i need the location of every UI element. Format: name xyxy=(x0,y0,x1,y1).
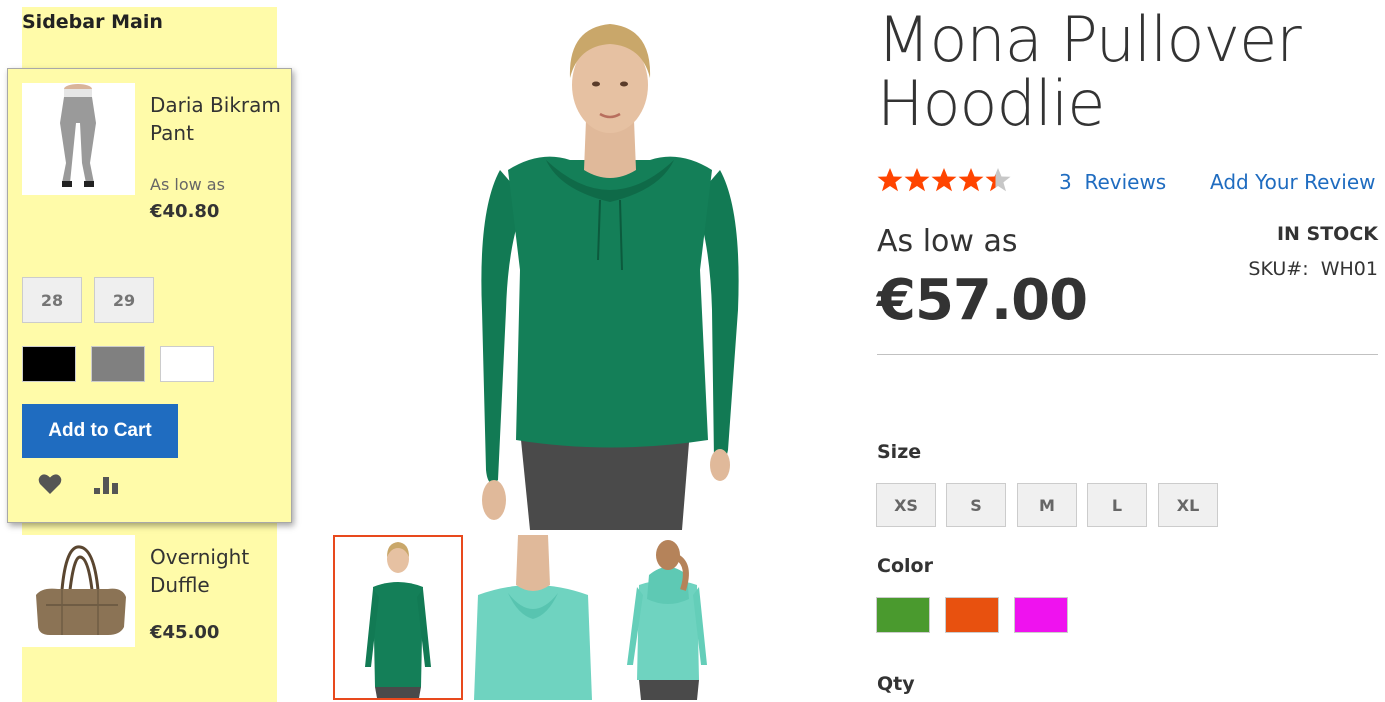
daria-pant-name[interactable]: Daria Bikram Pant xyxy=(150,91,285,147)
product-price: €57.00 xyxy=(877,268,1088,333)
sku: SKU#: WH01 xyxy=(1248,258,1378,280)
gallery-thumb-2[interactable] xyxy=(468,535,598,700)
color-option-magenta[interactable] xyxy=(1014,597,1068,633)
size-option-s[interactable]: S xyxy=(946,483,1006,527)
color-swatch-black[interactable] xyxy=(22,346,76,382)
main-product-image[interactable] xyxy=(390,10,830,530)
divider xyxy=(877,354,1378,355)
reviews-link[interactable]: 3 Reviews xyxy=(1059,170,1166,194)
qty-label: Qty xyxy=(877,673,915,695)
daria-pant-image[interactable] xyxy=(22,83,135,195)
product-hover-card: Daria Bikram Pant As low as €40.80 28 29… xyxy=(7,68,292,523)
as-low-as-label: As low as xyxy=(877,224,1018,259)
product-title: Mona Pullover Hoodlie xyxy=(877,8,1377,136)
add-to-cart-button[interactable]: Add to Cart xyxy=(22,404,178,458)
product-title-line-1: Mona Pullover xyxy=(877,3,1302,76)
add-your-review-link[interactable]: Add Your Review xyxy=(1210,170,1376,194)
color-option-orange[interactable] xyxy=(945,597,999,633)
size-option-xs[interactable]: XS xyxy=(876,483,936,527)
size-label: Size xyxy=(877,441,922,463)
sku-label: SKU#: xyxy=(1248,258,1309,280)
size-option-m[interactable]: M xyxy=(1017,483,1077,527)
size-option-l[interactable]: L xyxy=(1087,483,1147,527)
duffle-name[interactable]: Overnight Duffle xyxy=(150,543,270,599)
gallery-thumb-3[interactable] xyxy=(603,535,733,700)
gallery-thumb-1[interactable] xyxy=(333,535,463,700)
sku-value: WH01 xyxy=(1320,258,1378,280)
stock-status: IN STOCK xyxy=(1276,223,1378,245)
reviews-label: Reviews xyxy=(1084,170,1167,194)
daria-as-low-as: As low as xyxy=(150,175,225,194)
product-title-line-2: Hoodlie xyxy=(877,67,1105,140)
sidebar-title: Sidebar Main xyxy=(22,11,163,33)
heart-icon[interactable] xyxy=(38,473,62,499)
color-swatch-gray[interactable] xyxy=(91,346,145,382)
size-swatch-29[interactable]: 29 xyxy=(94,277,154,323)
color-swatch-white[interactable] xyxy=(160,346,214,382)
size-option-xl[interactable]: XL xyxy=(1158,483,1218,527)
rating-stars xyxy=(877,166,1011,198)
color-option-green[interactable] xyxy=(876,597,930,633)
duffle-image[interactable] xyxy=(22,535,135,647)
bar-chart-icon[interactable] xyxy=(94,475,120,499)
daria-price: €40.80 xyxy=(150,201,220,222)
size-swatch-28[interactable]: 28 xyxy=(22,277,82,323)
reviews-count: 3 xyxy=(1059,170,1072,194)
duffle-price: €45.00 xyxy=(150,622,220,643)
color-label: Color xyxy=(877,555,933,577)
